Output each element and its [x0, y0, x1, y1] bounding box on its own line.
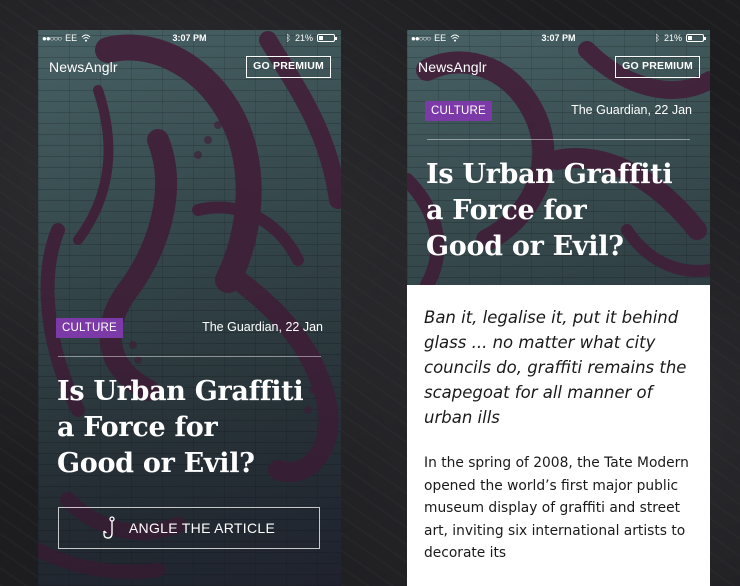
go-premium-button[interactable]: GO PREMIUM — [615, 56, 700, 78]
go-premium-button[interactable]: GO PREMIUM — [246, 56, 331, 78]
article-title: Is Urban Graffiti a Force for Good or Ev… — [426, 157, 673, 265]
bluetooth-icon: ᛒ — [654, 33, 660, 43]
title-line: a Force for — [57, 412, 218, 443]
hook-icon — [103, 516, 115, 539]
top-navbar: NewsAnglr GO PREMIUM — [38, 48, 341, 88]
phone-screen-cover: ●●○○○ EE 3:07 PM ᛒ 21% NewsAnglr GO PREM… — [38, 30, 341, 586]
battery-percent: 21% — [663, 33, 682, 43]
article-source: The Guardian, 22 Jan — [571, 103, 692, 117]
article-body-panel[interactable]: Ban it, legalise it, put it behind glass… — [407, 285, 710, 586]
title-line: a Force for — [426, 195, 587, 226]
title-line: Is Urban Graffiti — [426, 159, 673, 190]
graffiti-background-image — [38, 30, 341, 586]
battery-percent: 21% — [294, 33, 313, 43]
app-logo[interactable]: NewsAnglr — [49, 59, 118, 75]
status-bar: ●●○○○ EE 3:07 PM ᛒ 21% — [38, 30, 341, 48]
phone-screen-article: ●●○○○ EE 3:07 PM ᛒ 21% NewsAnglr GO PREM… — [407, 30, 710, 586]
angle-the-article-button[interactable]: ANGLE THE ARTICLE — [58, 507, 320, 549]
battery-icon — [317, 34, 337, 42]
header-divider — [427, 139, 690, 140]
status-bar: ●●○○○ EE 3:07 PM ᛒ 21% — [407, 30, 710, 48]
app-logo[interactable]: NewsAnglr — [418, 59, 487, 75]
header-divider — [58, 356, 321, 357]
title-line: Good or Evil? — [57, 448, 255, 479]
battery-icon — [686, 34, 706, 42]
title-line: Good or Evil? — [426, 231, 624, 262]
category-tag[interactable]: CULTURE — [56, 318, 123, 338]
article-source: The Guardian, 22 Jan — [202, 320, 323, 334]
top-navbar: NewsAnglr GO PREMIUM — [407, 48, 710, 88]
category-tag[interactable]: CULTURE — [425, 101, 492, 121]
bluetooth-icon: ᛒ — [285, 33, 291, 43]
article-standfirst: Ban it, legalise it, put it behind glass… — [424, 308, 687, 427]
title-line: Is Urban Graffiti — [57, 376, 304, 407]
angle-button-label: ANGLE THE ARTICLE — [128, 520, 276, 536]
article-title: Is Urban Graffiti a Force for Good or Ev… — [57, 374, 304, 482]
article-body-text: In the spring of 2008, the Tate Modern o… — [424, 455, 689, 561]
